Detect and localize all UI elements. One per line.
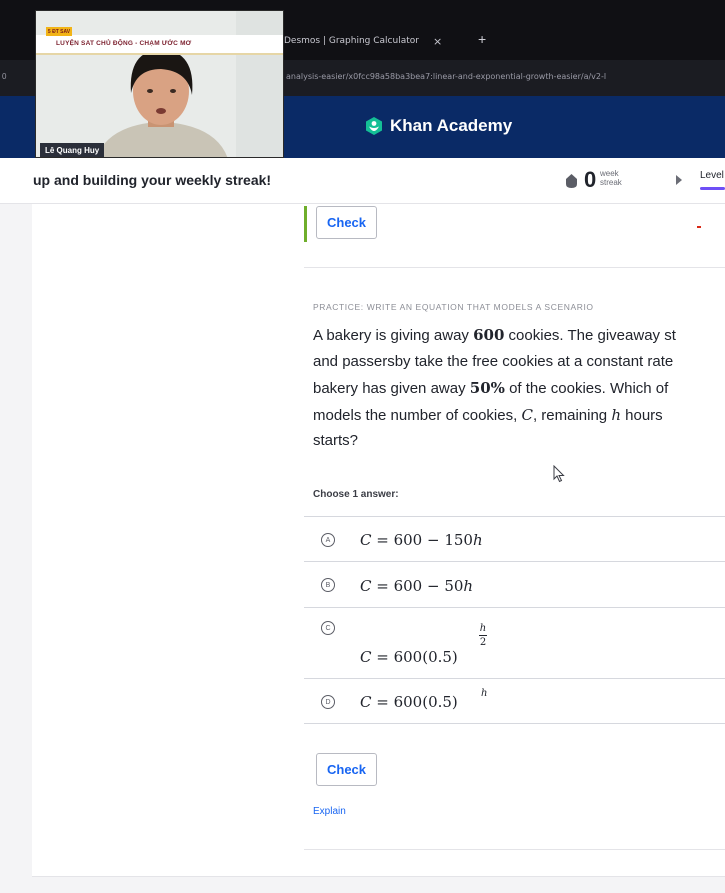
tab-close-icon[interactable]: × [433, 35, 442, 48]
section-divider-bottom [304, 849, 725, 850]
check-button[interactable]: Check [316, 753, 378, 786]
choice-a-radio[interactable]: A [321, 533, 335, 547]
khan-logo[interactable]: Khan Academy [364, 116, 512, 136]
mouse-cursor-icon [553, 465, 565, 483]
streak-unit-line2: streak [600, 178, 622, 187]
page-left-margin [0, 204, 32, 893]
choice-d-radio[interactable]: D [321, 695, 335, 709]
previous-check-button[interactable]: Check [316, 206, 378, 239]
section-divider [304, 267, 725, 268]
khan-leaf-icon [366, 117, 382, 135]
play-arrow-icon[interactable] [676, 175, 682, 185]
choice-c-radio[interactable]: C [321, 621, 335, 635]
practice-label: PRACTICE: WRITE AN EQUATION THAT MODELS … [313, 302, 594, 312]
choice-c-exponent: h 2 [479, 623, 487, 648]
choice-c-expression: C = 600(0.5) [360, 648, 458, 666]
choice-b-radio[interactable]: B [321, 578, 335, 592]
streak-message: up and building your weekly streak! [33, 172, 272, 188]
streak-unit: week streak [600, 169, 622, 187]
page-footer-strip [32, 876, 725, 893]
new-tab-icon[interactable]: + [478, 32, 486, 46]
tab-title: Desmos | Graphing Calculator [284, 36, 419, 46]
choice-b-expression: C = 600 − 50h [360, 577, 474, 595]
choice-a-expression: C = 600 − 150h [360, 531, 483, 549]
webcam-banner-title: LUYỆN SAT CHỦ ĐỘNG - CHẠM ƯỚC MƠ [56, 40, 192, 47]
streak-banner: up and building your weekly streak! 0 we… [0, 158, 725, 204]
question-text: A bakery is giving away 600 cookies. The… [313, 326, 676, 449]
browser-tab-desmos[interactable]: Desmos | Graphing Calculator × [284, 26, 474, 56]
incorrect-mark [697, 226, 701, 228]
choice-d-exponent: h [481, 688, 488, 699]
previous-answer-accent [304, 206, 307, 242]
webcam-badge: 5 ĐT SAV [46, 27, 72, 36]
presenter-video [36, 11, 283, 157]
choice-b[interactable]: B C = 600 − 50h [304, 561, 725, 607]
explain-link[interactable]: Explain [313, 806, 346, 817]
address-left-edge: 0 [2, 72, 7, 81]
choice-d[interactable]: D C = 600(0.5) h [304, 678, 725, 724]
choice-a[interactable]: A C = 600 − 150h [304, 516, 725, 561]
streak-flame-icon [566, 174, 577, 188]
choice-c[interactable]: C C = 600(0.5) h 2 [304, 607, 725, 678]
streak-count: 0 [584, 167, 597, 192]
presenter-name: Lê Quang Huy [40, 143, 105, 157]
streak-unit-line1: week [600, 169, 619, 178]
address-url[interactable]: analysis-easier/x0fcc98a58ba3bea7:linear… [286, 72, 606, 81]
level-label[interactable]: Level [700, 170, 724, 181]
left-panel [32, 204, 302, 876]
level-progress-bar [700, 187, 725, 190]
khan-logo-text: Khan Academy [390, 116, 513, 135]
choose-answer-label: Choose 1 answer: [313, 489, 399, 500]
choice-d-expression: C = 600(0.5) [360, 693, 458, 711]
webcam-overlay: 5 ĐT SAV LUYỆN SAT CHỦ ĐỘNG - CHẠM ƯỚC M… [35, 10, 284, 158]
